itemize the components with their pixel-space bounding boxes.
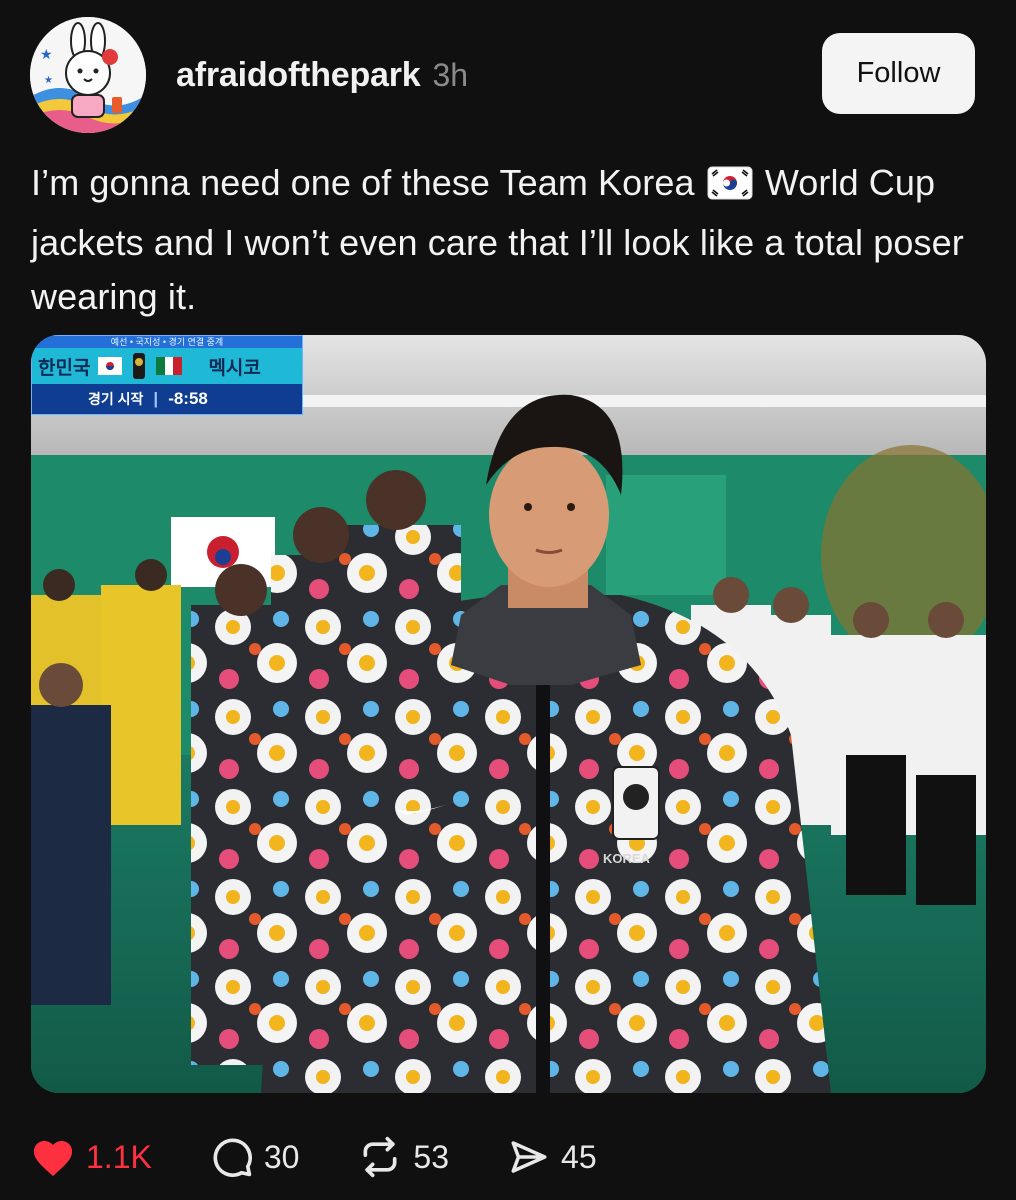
post-image[interactable]: KOREA 예선 • 국지성 • 경기 연결 중계 한민국 멕시코 경기 시작 … (31, 335, 986, 1093)
scoreboard-divider: | (153, 389, 159, 408)
home-team-name: 한민국 (38, 357, 91, 379)
post-timestamp: 3h (432, 57, 469, 93)
post-text: I’m gonna need one of these Team Korea W… (31, 156, 976, 324)
away-team-name: 멕시코 (208, 357, 261, 379)
follow-button[interactable]: Follow (822, 33, 975, 114)
post-header: afraidofthepark 3h (176, 56, 468, 96)
jacket-badge-text: KOREA (603, 851, 651, 866)
action-bar: 1.1K 30 53 45 (30, 1134, 655, 1180)
scoreboard-clock-row: 경기 시작 | -8:58 (32, 384, 302, 414)
reply-count: 30 (263, 1138, 300, 1175)
south-korea-flag-icon (707, 162, 753, 216)
trophy-icon (133, 353, 146, 379)
avatar[interactable]: ★ ★ (30, 17, 146, 133)
match-status-label: 경기 시작 (88, 391, 144, 407)
scoreboard-header: 예선 • 국지성 • 경기 연결 중계 (32, 336, 302, 348)
mexico-flag-icon (156, 357, 183, 375)
players-tunnel-photo: KOREA (31, 335, 986, 1093)
send-icon (511, 1141, 547, 1173)
like-button[interactable]: 1.1K (30, 1136, 152, 1178)
reply-button[interactable]: 30 (210, 1135, 300, 1179)
post-text-part-1: I’m gonna need one of these Team Korea (31, 162, 695, 203)
comment-icon (213, 1138, 252, 1177)
heart-icon (33, 1140, 73, 1177)
svg-text:★: ★ (40, 46, 53, 62)
repost-count: 53 (413, 1138, 450, 1175)
match-clock: -8:58 (168, 389, 208, 408)
share-button[interactable]: 45 (507, 1136, 597, 1178)
repost-icon (363, 1136, 397, 1178)
share-count: 45 (561, 1138, 597, 1175)
like-count: 1.1K (86, 1138, 152, 1175)
korea-flag-icon (98, 357, 123, 375)
repost-button[interactable]: 53 (357, 1135, 449, 1179)
scoreboard-teams: 한민국 멕시코 (32, 348, 302, 384)
author-username[interactable]: afraidofthepark (176, 56, 421, 95)
bunny-avatar-icon: ★ ★ (30, 17, 146, 133)
svg-text:★: ★ (44, 75, 53, 86)
broadcast-scoreboard: 예선 • 국지성 • 경기 연결 중계 한민국 멕시코 경기 시작 | -8:5… (31, 335, 303, 415)
